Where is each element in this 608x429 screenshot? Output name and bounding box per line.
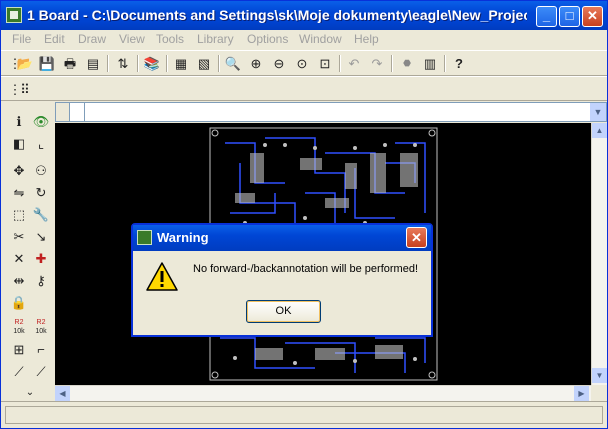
scroll-down-arrow-icon[interactable]: ▼ xyxy=(592,368,607,383)
toolbar-separator xyxy=(107,55,109,72)
delete-icon[interactable]: ↘ xyxy=(31,227,51,247)
go-icon[interactable]: ▥ xyxy=(420,54,440,73)
maximize-button[interactable]: □ xyxy=(559,6,580,27)
split-icon[interactable]: ⊞ xyxy=(9,340,29,360)
info-icon[interactable]: ℹ xyxy=(9,112,29,132)
toolbar-separator xyxy=(444,55,446,72)
cam-processor-icon[interactable]: ▤ xyxy=(83,54,103,73)
command-dropdown-chevron-icon[interactable]: ▼ xyxy=(590,103,606,121)
menu-tools[interactable]: Tools xyxy=(156,32,184,46)
name-tool-label: R2 xyxy=(14,319,24,326)
toolbar-separator xyxy=(218,55,220,72)
use-library-icon[interactable]: 📚 xyxy=(142,54,162,73)
scroll-right-arrow-icon[interactable]: ▶ xyxy=(574,386,589,401)
minimize-button[interactable]: _ xyxy=(536,6,557,27)
zoom-out-icon[interactable]: ⊖ xyxy=(269,54,289,73)
scroll-up-arrow-icon[interactable]: ▲ xyxy=(592,123,607,138)
name-tool[interactable]: R2 10k xyxy=(9,318,29,338)
open-icon[interactable]: 📂 xyxy=(15,54,35,73)
dialog-app-icon xyxy=(137,230,152,245)
toolbar-separator xyxy=(339,55,341,72)
zoom-fit-icon[interactable]: 🔍 xyxy=(223,54,243,73)
redo-icon[interactable]: ↷ xyxy=(367,54,387,73)
switch-schematic-icon[interactable]: ⇅ xyxy=(113,54,133,73)
toolbar-separator xyxy=(137,55,139,72)
vertical-scrollbar[interactable]: ▲ ▼ xyxy=(591,123,607,385)
show-icon[interactable]: 👁 xyxy=(31,112,51,132)
mounting-hole xyxy=(428,371,436,379)
dialog-message: No forward-/backannotation will be perfo… xyxy=(193,263,419,275)
main-toolbar: ⋮ 📂 💾 🖶 ▤ ⇅ 📚 ▦ ▧ 🔍 ⊕ ⊖ ⊙ ⊡ ↶ ↷ ⬣ ▥ ? xyxy=(1,50,607,76)
menu-file[interactable]: File xyxy=(12,32,31,46)
move-icon[interactable]: ✥ xyxy=(9,161,29,181)
rotate-icon[interactable]: ↻ xyxy=(31,183,51,203)
paste-icon[interactable]: ✂ xyxy=(9,227,29,247)
status-bar xyxy=(1,401,607,428)
menu-edit[interactable]: Edit xyxy=(44,32,65,46)
replace-icon[interactable]: ⇹ xyxy=(9,271,29,291)
display-layers-icon[interactable]: ◧ xyxy=(9,134,29,154)
window-title: 1 Board - C:\Documents and Settings\sk\M… xyxy=(27,7,527,23)
status-field xyxy=(5,406,603,424)
menu-draw[interactable]: Draw xyxy=(78,32,106,46)
app-window: 1 Board - C:\Documents and Settings\sk\M… xyxy=(0,0,608,429)
warning-dialog: Warning ✕ No forward-/backannotation wil… xyxy=(131,223,433,337)
name-tool-sublabel: 10k xyxy=(13,328,25,335)
script-icon[interactable]: ▦ xyxy=(171,54,191,73)
change-icon[interactable]: 🔧 xyxy=(31,205,51,225)
dialog-title-bar[interactable]: Warning ✕ xyxy=(133,225,431,251)
command-alt-button[interactable] xyxy=(71,103,85,121)
mark-icon[interactable]: ⌞ xyxy=(31,134,51,154)
title-bar[interactable]: 1 Board - C:\Documents and Settings\sk\M… xyxy=(1,1,607,30)
close-button[interactable]: ✕ xyxy=(582,6,603,27)
value-tool[interactable]: R2 10k xyxy=(31,318,51,338)
ulp-icon[interactable]: ▧ xyxy=(194,54,214,73)
undo-icon[interactable]: ↶ xyxy=(344,54,364,73)
miter-icon[interactable]: ⌐ xyxy=(31,340,51,360)
group-icon[interactable]: ⬚ xyxy=(9,205,29,225)
smash-icon[interactable]: 🔒 xyxy=(9,293,29,313)
command-toolbar: ℹ 👁 ◧ ⌞ ✥ ⚇ ⇋ ↻ ⬚ 🔧 ✂ ↘ ✕ ✚ ⇹ ⚷ 🔒 R2 10k… xyxy=(3,102,53,400)
value-tool-sublabel: 10k xyxy=(35,328,47,335)
dialog-title: Warning xyxy=(157,230,209,245)
menu-help[interactable]: Help xyxy=(354,32,379,46)
lock-icon[interactable]: ⚷ xyxy=(31,271,51,291)
menu-options[interactable]: Options xyxy=(247,32,288,46)
copy-icon[interactable]: ⚇ xyxy=(31,161,51,181)
mounting-hole xyxy=(211,371,219,379)
warning-icon xyxy=(146,262,178,291)
grid-icon[interactable]: ⠿ xyxy=(15,80,35,99)
menu-window[interactable]: Window xyxy=(299,32,342,46)
command-history-button[interactable] xyxy=(56,103,70,121)
stop-icon[interactable]: ⬣ xyxy=(397,54,417,73)
mounting-hole xyxy=(211,129,219,137)
more-tools-chevron-icon[interactable]: ⌄ xyxy=(20,383,40,403)
parameter-toolbar: ⋮ ⠿ xyxy=(1,76,607,101)
command-line[interactable]: ▼ xyxy=(55,102,607,122)
zoom-select-icon[interactable]: ⊡ xyxy=(315,54,335,73)
print-icon[interactable]: 🖶 xyxy=(60,54,80,73)
help-icon[interactable]: ? xyxy=(449,54,469,73)
mounting-hole xyxy=(428,129,436,137)
value-tool-label: R2 xyxy=(36,319,46,326)
save-icon[interactable]: 💾 xyxy=(37,54,57,73)
menu-library[interactable]: Library xyxy=(197,32,234,46)
zoom-redraw-icon[interactable]: ⊙ xyxy=(292,54,312,73)
eagle-app-icon[interactable] xyxy=(6,7,22,23)
add-icon[interactable]: ✚ xyxy=(31,249,51,269)
scroll-left-arrow-icon[interactable]: ◀ xyxy=(55,386,70,401)
horizontal-scrollbar[interactable]: ◀ ▶ xyxy=(55,385,591,401)
zoom-in-icon[interactable]: ⊕ xyxy=(246,54,266,73)
optimize-icon[interactable]: ⟋ xyxy=(9,362,29,382)
menu-bar: File Edit Draw View Tools Library Option… xyxy=(1,30,607,49)
route-icon[interactable]: ⟋ xyxy=(31,362,51,382)
dialog-close-button[interactable]: ✕ xyxy=(406,227,427,248)
toolbar-separator xyxy=(391,55,393,72)
mirror-icon[interactable]: ⇋ xyxy=(9,183,29,203)
toolbar-separator xyxy=(166,55,168,72)
ripup-icon[interactable]: ✕ xyxy=(9,249,29,269)
menu-view[interactable]: View xyxy=(119,32,145,46)
ok-button[interactable]: OK xyxy=(246,300,321,323)
